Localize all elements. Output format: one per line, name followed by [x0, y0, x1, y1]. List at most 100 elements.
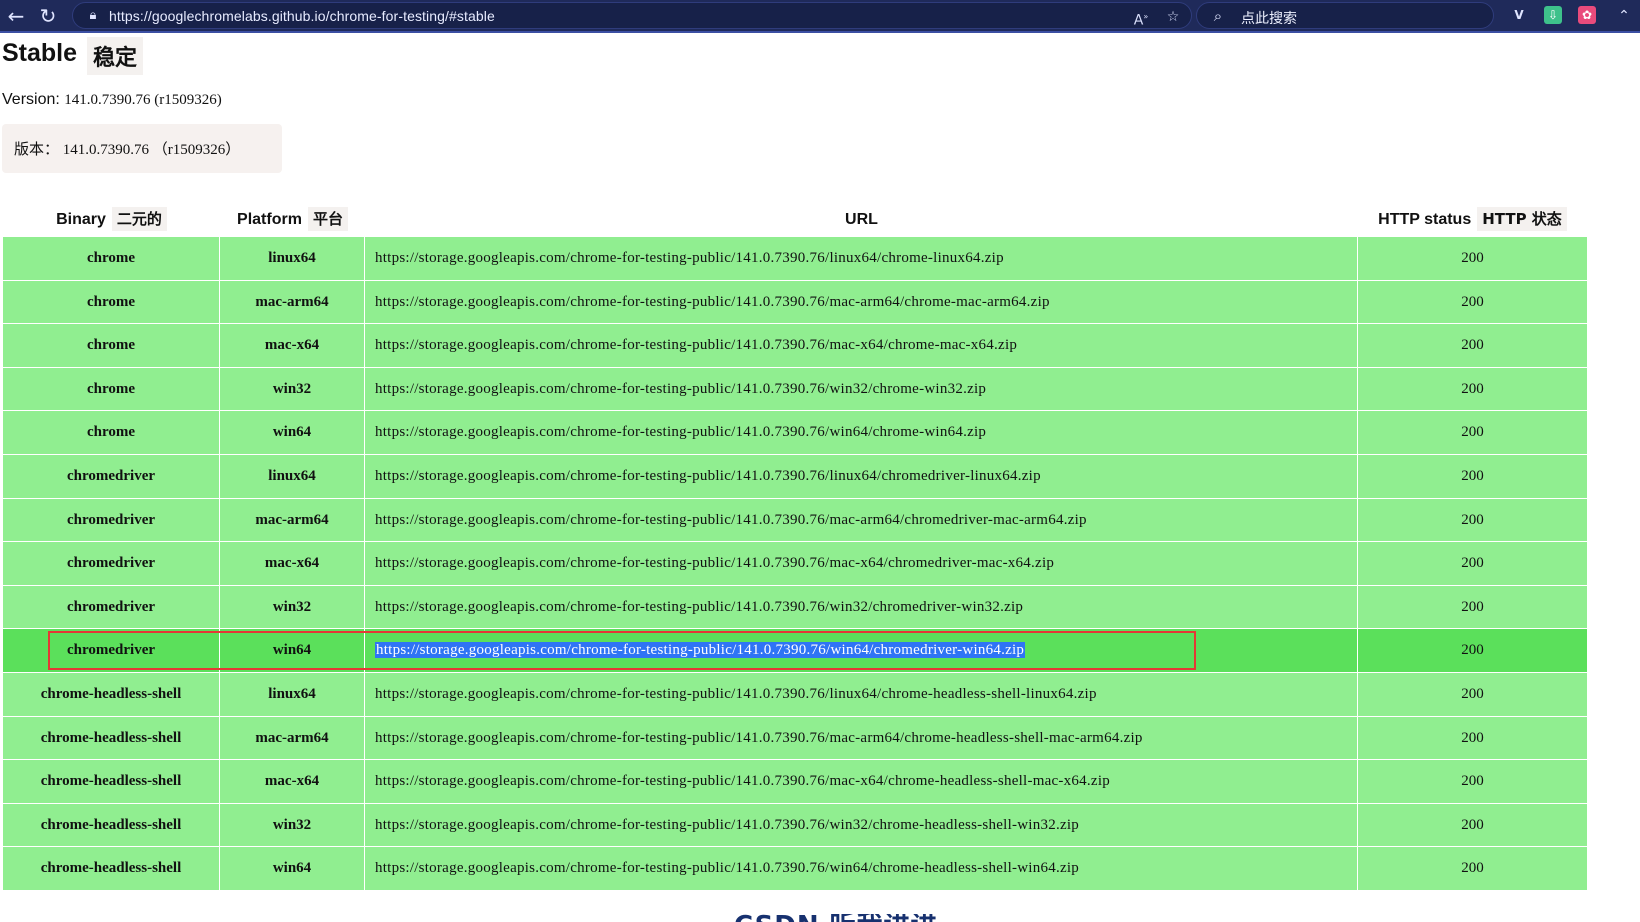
page-content: Stable 稳定 Version: 141.0.7390.76 (r15093… — [0, 33, 1640, 922]
download-url-link[interactable]: https://storage.googleapis.com/chrome-fo… — [375, 512, 1087, 528]
table-row: chrome-headless-shell win32 https://storag… — [3, 803, 1587, 848]
binary-cell: chromedriver — [3, 629, 220, 673]
binary-cell: chrome-headless-shell — [3, 803, 220, 848]
platform-cell: win64 — [220, 629, 365, 673]
url-cell: https://storage.googleapis.com/chrome-fo… — [365, 847, 1358, 891]
page-title: Stable — [2, 39, 78, 67]
watermark-text: CSDN 听我讲讲 — [734, 914, 938, 922]
url-cell: https://storage.googleapis.com/chrome-fo… — [365, 454, 1358, 499]
download-url-link[interactable]: https://storage.googleapis.com/chrome-fo… — [375, 686, 1097, 702]
http-status-cell: 200 — [1461, 467, 1484, 484]
back-icon[interactable]: ← — [4, 4, 28, 28]
binary-cell: chrome — [3, 324, 220, 368]
http-status-cell: 200 — [1461, 598, 1484, 615]
http-status-cell: 200 — [1461, 729, 1484, 746]
table-row: chrome-headless-shell mac-x64 https://stor… — [3, 760, 1587, 804]
table-row: chrome mac-arm64 https://storage.googleapi… — [3, 280, 1587, 325]
http-status-header-translation: HTTP 状态 — [1477, 207, 1567, 231]
platform-cell: win64 — [220, 411, 365, 455]
version-value: 141.0.7390.76 (r1509326) — [64, 92, 222, 108]
binary-header-translation: 二元的 — [111, 207, 167, 231]
download-url-link[interactable]: https://storage.googleapis.com/chrome-fo… — [375, 773, 1110, 789]
download-url-link[interactable]: https://storage.googleapis.com/chrome-fo… — [375, 468, 1041, 484]
url-cell: https://storage.googleapis.com/chrome-fo… — [365, 803, 1358, 848]
address-bar[interactable]: 🔒︎ https://googlechromelabs.github.io/ch… — [72, 2, 1192, 29]
app-extension-icon[interactable]: ✿ — [1578, 6, 1596, 24]
binary-cell: chrome — [3, 367, 220, 412]
url-cell: https://storage.googleapis.com/chrome-fo… — [365, 672, 1358, 717]
platform-cell: win32 — [220, 367, 365, 412]
url-cell: https://storage.googleapis.com/chrome-fo… — [365, 498, 1358, 543]
favorite-star-icon[interactable]: ☆ — [1163, 7, 1183, 27]
http-status-cell: 200 — [1461, 773, 1484, 790]
http-status-header: HTTP status HTTP 状态 — [1358, 203, 1587, 237]
download-extension-icon[interactable]: ⇩ — [1544, 6, 1562, 24]
platform-cell: mac-arm64 — [220, 498, 365, 543]
binary-cell: chrome-headless-shell — [3, 716, 220, 761]
lock-icon[interactable]: 🔒︎ — [85, 8, 101, 24]
binary-header: Binary 二元的 — [3, 203, 220, 237]
search-icon[interactable]: ⌕ — [1209, 7, 1227, 25]
platform-cell: linux64 — [220, 672, 365, 717]
table-row: chromedriver mac-arm64 https://storage.goo… — [3, 498, 1587, 543]
platform-header: Platform 平台 — [220, 203, 365, 237]
binary-cell: chromedriver — [3, 585, 220, 630]
http-status-cell: 200 — [1461, 511, 1484, 528]
table-row: chromedriver win32 https://storage.googlea… — [3, 585, 1587, 630]
platform-cell: mac-arm64 — [220, 280, 365, 325]
binary-cell: chromedriver — [3, 454, 220, 499]
table-row: chrome linux64 https://storage.googleapis.… — [3, 237, 1587, 281]
download-url-link[interactable]: https://storage.googleapis.com/chrome-fo… — [375, 817, 1079, 833]
platform-cell: linux64 — [220, 454, 365, 499]
download-url-link[interactable]: https://storage.googleapis.com/chrome-fo… — [375, 599, 1023, 615]
binary-cell: chromedriver — [3, 498, 220, 543]
table-row: chrome-headless-shell win64 https://storag… — [3, 847, 1587, 891]
download-url-link[interactable]: https://storage.googleapis.com/chrome-fo… — [375, 860, 1079, 876]
http-status-cell: 200 — [1461, 816, 1484, 833]
search-box[interactable]: ⌕ 点此搜索 — [1196, 2, 1494, 29]
http-status-cell: 200 — [1461, 860, 1484, 877]
http-status-cell: 200 — [1461, 250, 1484, 266]
url-cell: https://storage.googleapis.com/chrome-fo… — [365, 324, 1358, 368]
url-cell: https://storage.googleapis.com/chrome-fo… — [365, 760, 1358, 804]
url-header: URL — [845, 211, 878, 228]
http-status-cell: 200 — [1461, 555, 1484, 572]
vpn-extension-icon[interactable]: V — [1510, 6, 1528, 24]
browser-toolbar: ← ↻ 🔒︎ https://googlechromelabs.github.i… — [0, 0, 1640, 33]
download-url-link[interactable]: https://storage.googleapis.com/chrome-fo… — [375, 730, 1143, 746]
url-cell: https://storage.googleapis.com/chrome-fo… — [365, 585, 1358, 630]
http-status-cell: 200 — [1461, 642, 1484, 659]
chevron-up-icon[interactable]: ⌃ — [1612, 4, 1636, 28]
download-url-link[interactable]: https://storage.googleapis.com/chrome-fo… — [375, 381, 986, 397]
table-row: chrome win64 https://storage.googleapis.co… — [3, 411, 1587, 455]
download-url-link[interactable]: https://storage.googleapis.com/chrome-fo… — [375, 337, 1017, 353]
binary-cell: chrome — [3, 280, 220, 325]
page-title-translation: 稳定 — [87, 37, 144, 75]
table-row: chrome-headless-shell mac-arm64 https://st… — [3, 716, 1587, 761]
binary-cell: chromedriver — [3, 542, 220, 586]
platform-cell: linux64 — [220, 237, 365, 281]
download-url-link[interactable]: https://storage.googleapis.com/chrome-fo… — [375, 555, 1054, 571]
table-row: chrome win32 https://storage.googleapis.co… — [3, 367, 1587, 412]
reload-icon[interactable]: ↻ — [36, 4, 60, 28]
http-status-cell: 200 — [1461, 380, 1484, 397]
platform-cell: mac-x64 — [220, 324, 365, 368]
version-label: Version: — [2, 91, 60, 108]
version-translation: 版本： 141.0.7390.76 （r1509326） — [2, 124, 282, 173]
url-cell: https://storage.googleapis.com/chrome-fo… — [365, 411, 1358, 455]
download-url-link[interactable]: https://storage.googleapis.com/chrome-fo… — [375, 250, 1004, 266]
http-status-cell: 200 — [1461, 293, 1484, 310]
address-url[interactable]: https://googlechromelabs.github.io/chrom… — [109, 8, 495, 24]
downloads-table: Binary 二元的 Platform 平台 URL HTTP status HTTP… — [3, 203, 1587, 891]
search-placeholder[interactable]: 点此搜索 — [1241, 8, 1297, 28]
http-status-cell: 200 — [1461, 337, 1484, 354]
download-url-link[interactable]: https://storage.googleapis.com/chrome-fo… — [375, 424, 986, 440]
table-header: Binary 二元的 Platform 平台 URL HTTP status HTTP… — [3, 203, 1587, 237]
read-aloud-icon[interactable]: A» — [1131, 7, 1151, 29]
download-url-link[interactable]: https://storage.googleapis.com/chrome-fo… — [375, 642, 1026, 659]
table-row: chrome-headless-shell linux64 https://stor… — [3, 672, 1587, 717]
download-url-link[interactable]: https://storage.googleapis.com/chrome-fo… — [375, 294, 1050, 310]
url-cell: https://storage.googleapis.com/chrome-fo… — [365, 280, 1358, 325]
binary-cell: chrome — [3, 411, 220, 455]
url-cell: https://storage.googleapis.com/chrome-fo… — [365, 542, 1358, 586]
